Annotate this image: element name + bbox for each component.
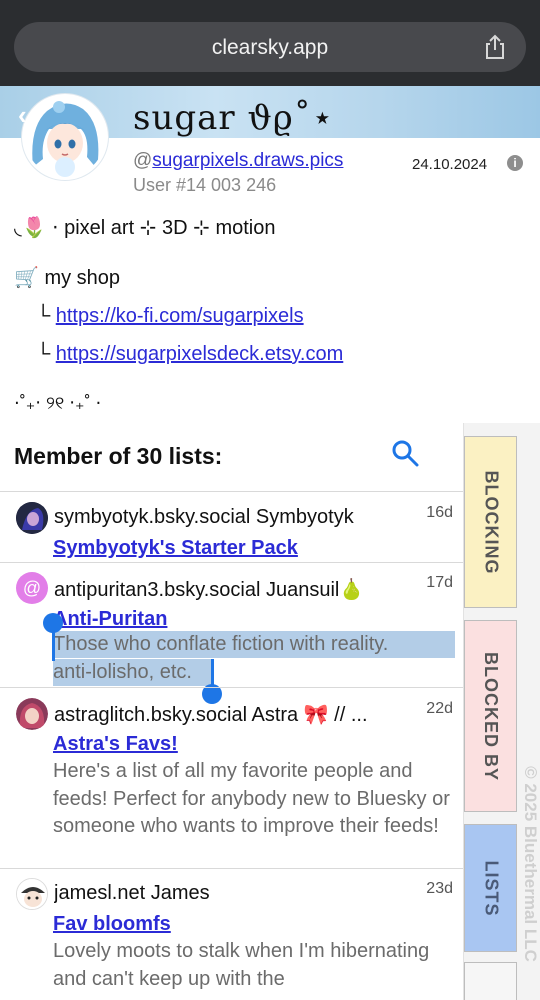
bio-shop-line: 🛒 my shop (14, 267, 121, 289)
list-age: 22d (426, 700, 453, 717)
list-name-link[interactable]: Astra's Favs! (53, 733, 178, 756)
copyright-notice: © 2025 Bluethermal LLC (519, 738, 540, 990)
share-icon[interactable] (482, 34, 508, 60)
list-description: Those who conflate fiction with reality.… (53, 631, 453, 686)
browser-toolbar: clearsky.app (0, 0, 540, 86)
bio-tagline: ◟🌷 ⋅ pixel art ⊹ 3D ⊹ motion (14, 217, 276, 239)
bio-link-kofi[interactable]: https://ko-fi.com/sugarpixels (56, 305, 304, 327)
search-icon[interactable] (390, 438, 420, 468)
tab-lists-label: LISTS (481, 859, 502, 917)
list-age: 23d (426, 880, 453, 897)
list-owner: symbyotyk.bsky.social Symbyotyk (54, 506, 354, 528)
lists-heading: Member of 30 lists: (14, 443, 223, 469)
list-description-line: Those who conflate fiction with reality. (53, 633, 389, 655)
list-item: @ antipuritan3.bsky.social Juansuil🍐 17d… (0, 563, 463, 704)
list-owner: antipuritan3.bsky.social Juansuil🍐 (54, 579, 365, 601)
user-number: User #14 003 246 (133, 175, 277, 195)
profile-date: 24.10.2024 (412, 156, 488, 173)
list-owner: astraglitch.bsky.social Astra 🎀 // ... (54, 704, 368, 726)
list-item: astraglitch.bsky.social Astra 🎀 // ... 2… (0, 688, 463, 868)
list-owner-avatar (16, 502, 48, 534)
list-name-link[interactable]: Fav bloomfs (53, 913, 171, 936)
selection-start-handle[interactable] (43, 613, 63, 633)
list-owner-avatar (16, 878, 48, 910)
bio-link-etsy[interactable]: https://sugarpixelsdeck.etsy.com (56, 343, 344, 365)
bio-arrow: └ (36, 343, 51, 365)
at-sign-icon: @ (16, 572, 48, 604)
bio-link-row-etsy: └ https://sugarpixelsdeck.etsy.com (36, 343, 343, 366)
handle-link[interactable]: sugarpixels.draws.pics (152, 150, 343, 171)
back-chevron-icon[interactable]: ‹ (18, 100, 27, 131)
list-name-link[interactable]: Symbyotyk's Starter Pack (53, 537, 298, 560)
list-owner: jamesl.net James (54, 882, 210, 904)
list-description-line: anti-lolisho, etc. (53, 660, 192, 683)
list-description: Here's a list of all my favorite people … (53, 760, 450, 837)
tab-extra[interactable] (464, 962, 517, 1000)
tab-blocked-by[interactable]: BLOCKED BY (464, 620, 517, 812)
list-age: 17d (426, 574, 453, 591)
list-description: Lovely moots to stalk when I'm hibernati… (53, 940, 430, 990)
bio-arrow: └ (36, 305, 51, 327)
profile-handle: @sugarpixels.draws.pics (133, 150, 343, 172)
list-item: jamesl.net James 23d Fav bloomfs Lovely … (0, 869, 463, 1000)
list-age: 16d (426, 504, 453, 521)
tab-blocked-by-label: BLOCKED BY (481, 651, 502, 781)
tab-blocking-label: BLOCKING (481, 470, 501, 574)
bio-decoration: ⋅˚₊‧ ୨୧ ‧₊˚ ⋅ (14, 393, 102, 413)
bio-link-row-kofi: └ https://ko-fi.com/sugarpixels (36, 305, 304, 328)
url-text: clearsky.app (211, 36, 329, 59)
copyright-text: © 2025 Bluethermal LLC (521, 766, 540, 962)
list-name-link[interactable]: Anti-Puritan (53, 608, 167, 631)
tab-lists[interactable]: LISTS (464, 824, 517, 952)
profile-avatar (22, 94, 108, 180)
address-bar[interactable]: clearsky.app (14, 22, 526, 72)
tab-blocking[interactable]: BLOCKING (464, 436, 517, 608)
list-item: symbyotyk.bsky.social Symbyotyk 16d Symb… (0, 492, 463, 562)
handle-prefix: @ (133, 150, 153, 171)
info-icon[interactable]: i (507, 155, 523, 171)
list-owner-avatar (16, 698, 48, 730)
display-name: sugar ϑϱ˚⋆ (133, 98, 335, 138)
